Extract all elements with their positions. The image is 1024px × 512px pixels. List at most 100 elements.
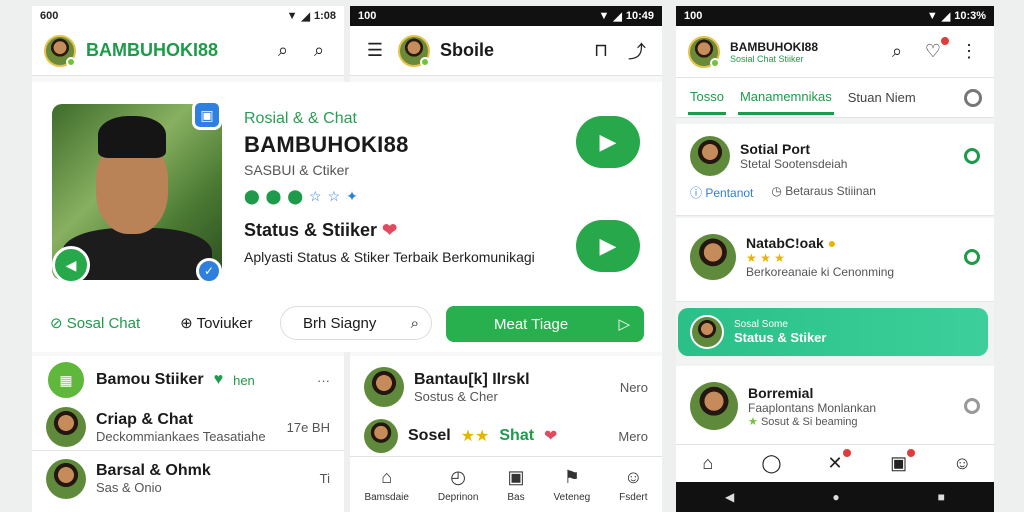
tab-status[interactable]: Stuan Niem (846, 82, 918, 113)
status-left: 100 (358, 10, 377, 22)
highlight-card[interactable]: Sosal Some Status & Stiker (678, 308, 988, 356)
send-icon: ▷ (618, 316, 630, 333)
avatar (690, 315, 724, 349)
nav-profile[interactable]: ☺ Fsdert (619, 467, 647, 503)
status-icon (964, 249, 980, 265)
status-bar: 100 ▼ ◢ 10:3% (676, 6, 994, 26)
avatar (364, 367, 404, 407)
home-icon: ⌂ (381, 466, 393, 487)
app-bar: BAMBUHOKI88 ⌕ ⌕ (32, 26, 344, 76)
nav-sticker[interactable]: ⚑ Veteneg (554, 467, 591, 503)
avatar (46, 407, 86, 447)
nav-gallery[interactable]: ▣ Bas (507, 467, 524, 503)
list-item[interactable]: Barsal & Ohmk Sas & Onio Ti (32, 450, 344, 506)
list-item[interactable]: ▦ Bamou Stiiker ♥ hen ··· (32, 356, 344, 404)
verified-icon: ✓ (196, 258, 222, 284)
avatar (690, 234, 736, 280)
search-icon: ⌕ (410, 314, 419, 332)
hero-card: ▣ ◀ ✓ Rosial & & Chat BAMBUHOKI88 SASBUI… (32, 82, 662, 352)
more-icon[interactable]: ⋮ (956, 39, 982, 65)
online-dot (420, 56, 430, 67)
search-icon[interactable]: ⌕ (270, 38, 296, 64)
avatar[interactable] (44, 34, 76, 67)
social-chat-link[interactable]: ⊘ Sosal Chat (50, 314, 140, 332)
cta-button[interactable]: Meat Tiage ▷ (446, 306, 644, 342)
bookmark-icon[interactable]: ⊓ (588, 38, 614, 64)
app-bar: ☰ Sboile ⊓ ⤴ (350, 26, 662, 76)
more-icon[interactable]: ··· (317, 373, 330, 388)
home-icon[interactable]: ⌂ (695, 451, 721, 477)
hero-search[interactable]: Brh Siagny ⌕ (280, 306, 432, 340)
hero-title-2: Status & Stiiker ❤ (244, 220, 398, 240)
status-left: 100 (684, 10, 703, 22)
list-item[interactable]: Bantau[k] Ilrskl Sostus & Cher Nero (350, 356, 662, 418)
rating-stars: ⬤ ⬤ ⬤ ☆ ☆ ✦ (244, 188, 358, 204)
online-dot (710, 57, 720, 68)
play-button-2[interactable]: ▶ (576, 220, 640, 272)
home-button-icon[interactable]: ● (832, 490, 839, 504)
feed-card[interactable]: NatabC!oak ● ★ ★ ★ Berkoreanaie ki Cenon… (676, 218, 994, 302)
play-icon[interactable]: ◀ (52, 246, 90, 284)
heart-icon: ♥ (213, 371, 224, 388)
status-left: 600 (40, 10, 59, 22)
notification-icon[interactable]: ♡ (920, 35, 950, 65)
signal-icon: ◢ (301, 10, 310, 23)
hero-title: BAMBUHOKI88 (244, 132, 409, 157)
tab-manage[interactable]: Manamemnikas (737, 81, 834, 115)
hero-subtitle: SASBUI & Ctiker (244, 162, 350, 178)
app-bar: BAMBUHOKI88 Sosial Chat Stiiker ⌕ ♡ ⋮ (676, 26, 994, 78)
bottom-nav: ⌂ Bamsdaie ◴ Deprinon ▣ Bas ⚑ Veteneg ☺ Fsder… (350, 456, 662, 512)
share-icon[interactable]: ⤴ (624, 38, 650, 64)
status-icon (964, 398, 980, 414)
avatar[interactable] (398, 34, 430, 67)
hero-kicker: Rosial & & Chat (244, 110, 357, 127)
page-title: Sboile (440, 40, 495, 60)
sticker-link[interactable]: ⊕ Toviuker (180, 314, 252, 332)
search-icon[interactable]: ⌕ (884, 39, 910, 65)
p1-list: ▦ Bamou Stiiker ♥ hen ··· Criap & Chat De… (32, 356, 344, 512)
profile-icon: ☺ (624, 466, 643, 487)
list-item[interactable]: Criap & Chat Deckommiankaes Teasatiahe 17… (32, 404, 344, 450)
compass-icon: ◴ (450, 466, 466, 487)
avatar[interactable] (688, 35, 720, 68)
search-icon-2[interactable]: ⌕ (306, 38, 332, 64)
menu-icon[interactable]: ☰ (362, 38, 388, 64)
gallery-icon[interactable]: ▣ (886, 447, 916, 477)
tab-bar: Tosso Manamemnikas Stuan Niem (676, 78, 994, 118)
nav-home[interactable]: ⌂ Bamsdaie (364, 467, 408, 503)
star-icon: ★★ (460, 428, 490, 445)
status-link[interactable]: ◷ Betaraus Stiiinan (771, 184, 876, 201)
feed-card[interactable]: Sotial Port Stetal Sootensdeiah ⓘ Pentano… (676, 124, 994, 216)
feed-card[interactable]: Borremial Faaplontans Monlankan ★ Sosut … (676, 366, 994, 446)
pentanot-link[interactable]: ⓘ Pentanot (690, 184, 753, 201)
profile-icon[interactable]: ☺ (949, 451, 975, 477)
gallery-icon[interactable]: ▣ (192, 100, 222, 130)
bottom-nav: ⌂ ◯ ✕ ▣ ☺ (676, 444, 994, 482)
avatar (364, 419, 398, 453)
status-time: 1:08 (313, 10, 336, 22)
wifi-icon: ▼ (598, 10, 610, 22)
tools-icon[interactable]: ✕ (822, 447, 852, 477)
brand-title: BAMBUHOKI88 (86, 40, 219, 60)
list-item[interactable]: Sosel ★★ Shat ❤ Mero (350, 418, 662, 454)
heart-icon: ❤ (544, 428, 558, 445)
settings-icon[interactable] (964, 88, 982, 107)
hero-actions: ⊘ Sosal Chat ⊕ Toviuker (50, 314, 252, 332)
system-nav: ◀ ● ■ (676, 482, 994, 512)
back-icon[interactable]: ◀ (725, 490, 734, 504)
status-icon (964, 148, 980, 164)
rating-stars: ★ ★ ★ (746, 251, 785, 265)
brand-title: BAMBUHOKI88 (730, 39, 819, 54)
p2-list: Bantau[k] Ilrskl Sostus & Cher Nero Sosel… (350, 356, 662, 512)
avatar (46, 458, 86, 499)
play-button[interactable]: ▶ (576, 116, 640, 168)
signal-icon: ◢ (941, 10, 951, 23)
status-bar: 100 ▼ ◢ 10:49 (350, 6, 662, 26)
wifi-icon: ▼ (286, 10, 298, 22)
recents-icon[interactable]: ■ (938, 490, 945, 504)
chat-icon[interactable]: ◯ (758, 451, 784, 477)
gallery-icon: ▣ (507, 466, 525, 487)
tab-home[interactable]: Tosso (688, 81, 726, 115)
nav-discover[interactable]: ◴ Deprinon (438, 467, 479, 503)
brand-subtitle: Sosial Chat Stiiker (730, 53, 804, 64)
